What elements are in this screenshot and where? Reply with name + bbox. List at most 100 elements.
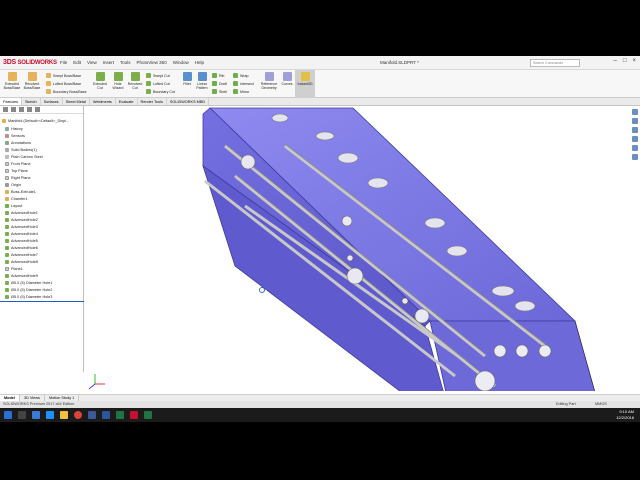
task-view-icon[interactable]: [32, 411, 40, 419]
graphics-area[interactable]: [85, 106, 630, 422]
search-commands-input[interactable]: Search Commands: [530, 59, 580, 67]
tree-item[interactable]: Origin: [5, 182, 21, 188]
tree-item[interactable]: AdvancedHole5: [5, 238, 38, 244]
appearance-icon[interactable]: [632, 136, 638, 142]
tree-item[interactable]: AdvancedHole3: [5, 224, 38, 230]
heads-up-toolbar: [630, 106, 640, 206]
display-manager-icon[interactable]: [35, 107, 40, 112]
lofted-cut-button[interactable]: Lofted Cut: [146, 81, 170, 86]
display-style-icon[interactable]: [632, 118, 638, 124]
app-logo[interactable]: 3DS SOLIDWORKS: [3, 59, 57, 66]
curves-button[interactable]: Curves: [281, 72, 293, 86]
tree-item[interactable]: AdvancedHole7: [5, 252, 38, 258]
solidworks-taskbar-icon[interactable]: [130, 411, 138, 419]
manifold-model[interactable]: [85, 106, 630, 422]
tree-item[interactable]: Annotations: [5, 140, 31, 146]
feature-manager-icon[interactable]: [3, 107, 8, 112]
word-icon[interactable]: [102, 411, 110, 419]
tree-item[interactable]: Top Plane: [5, 168, 28, 174]
extruded-cut-button[interactable]: Extruded Cut: [91, 72, 109, 90]
swept-cut-button[interactable]: Swept Cut: [146, 73, 170, 78]
tree-item[interactable]: Ø5.0 (5) Diameter Hole3: [5, 294, 52, 300]
tree-item[interactable]: Sensors: [5, 133, 25, 139]
tree-item[interactable]: AdvancedHole8: [5, 259, 38, 265]
wrap-button[interactable]: Wrap: [233, 73, 249, 78]
windows-start-icon[interactable]: [4, 411, 12, 419]
tree-item[interactable]: Solid Bodies(1): [5, 147, 37, 153]
view-settings-icon[interactable]: [632, 154, 638, 160]
rib-button[interactable]: Rib: [212, 73, 224, 78]
menu-view[interactable]: View: [87, 60, 97, 65]
tab-sketch[interactable]: Sketch: [22, 98, 41, 105]
camtasia-icon[interactable]: [144, 411, 152, 419]
draft-button[interactable]: Draft: [212, 81, 227, 86]
search-icon[interactable]: [18, 411, 26, 419]
tree-item[interactable]: AdvancedHole2: [5, 217, 38, 223]
boundary-boss-button[interactable]: Boundary Boss/Base: [46, 89, 87, 94]
taskbar-clock[interactable]: 9:10 AM 12/2/2016: [616, 409, 634, 420]
tab-surfaces[interactable]: Surfaces: [41, 98, 63, 105]
linear-pattern-button[interactable]: Linear Pattern: [195, 72, 209, 90]
tree-item[interactable]: Chamfer1: [5, 196, 28, 202]
tab-mbd[interactable]: SOLIDWORKS MBD: [167, 98, 210, 105]
property-manager-icon[interactable]: [11, 107, 16, 112]
configuration-manager-icon[interactable]: [19, 107, 24, 112]
app-icon[interactable]: [88, 411, 96, 419]
menu-edit[interactable]: Edit: [73, 60, 81, 65]
tab-evaluate[interactable]: Evaluate: [116, 98, 138, 105]
fillet-button[interactable]: Fillet: [180, 72, 194, 86]
rollback-bar[interactable]: [0, 301, 84, 302]
hide-show-icon[interactable]: [632, 127, 638, 133]
reference-geometry-button[interactable]: Reference Geometry: [258, 72, 280, 90]
status-units[interactable]: MMGS: [595, 401, 607, 408]
chrome-icon[interactable]: [74, 411, 82, 419]
mirror-button[interactable]: Mirror: [233, 89, 249, 94]
boundary-cut-button[interactable]: Boundary Cut: [146, 89, 175, 94]
swept-boss-button[interactable]: Swept Boss/Base: [46, 73, 81, 78]
tree-item[interactable]: AdvancedHole9: [5, 273, 38, 279]
lofted-boss-button[interactable]: Lofted Boss/Base: [46, 81, 81, 86]
menu-window[interactable]: Window: [173, 60, 189, 65]
menu-file[interactable]: File: [60, 60, 67, 65]
menu-photoview[interactable]: PhotoView 360: [137, 60, 167, 65]
tree-item[interactable]: AdvancedHole1: [5, 210, 38, 216]
edge-icon[interactable]: [46, 411, 54, 419]
tree-item[interactable]: Plain Carbon Steel: [5, 154, 43, 160]
tree-item[interactable]: Boss-Extrude1: [5, 189, 36, 195]
tree-item[interactable]: History: [5, 126, 23, 132]
tree-item[interactable]: AdvancedHole6: [5, 245, 38, 251]
menu-insert[interactable]: Insert: [103, 60, 114, 65]
draft-icon: [212, 81, 217, 86]
tree-item[interactable]: Ø5.0 (5) Diameter Hole1: [5, 280, 52, 286]
excel-icon[interactable]: [116, 411, 124, 419]
dimxpert-icon[interactable]: [27, 107, 32, 112]
tree-item[interactable]: AdvancedHole4: [5, 231, 38, 237]
tree-item[interactable]: Right Plane: [5, 175, 31, 181]
menu-tools[interactable]: Tools: [120, 60, 131, 65]
tab-sheet-metal[interactable]: Sheet Metal: [63, 98, 90, 105]
revolved-cut-button[interactable]: Revolved Cut: [127, 72, 143, 90]
tree-root[interactable]: Manifold (Default<<Default>_Displ...: [2, 118, 69, 124]
tree-item[interactable]: Ø5.0 (5) Diameter Hole2: [5, 287, 52, 293]
tab-features[interactable]: Features: [0, 98, 22, 105]
tree-item[interactable]: Front Plane: [5, 161, 31, 167]
maximize-icon[interactable]: □: [623, 58, 627, 64]
shell-button[interactable]: Shell: [212, 89, 227, 94]
tree-item[interactable]: Plane1: [5, 266, 23, 272]
hole-wizard-button[interactable]: Hole Wizard: [110, 72, 126, 90]
boundary-cut-icon: [146, 89, 151, 94]
instant3d-button[interactable]: Instant3D: [295, 70, 315, 98]
intersect-button[interactable]: Intersect: [233, 81, 254, 86]
tab-render-tools[interactable]: Render Tools: [138, 98, 167, 105]
minimize-icon[interactable]: –: [614, 58, 617, 64]
menu-help[interactable]: Help: [195, 60, 204, 65]
tree-item[interactable]: Layout: [5, 203, 22, 209]
view-orientation-icon[interactable]: [632, 109, 638, 115]
tab-weldments[interactable]: Weldments: [90, 98, 116, 105]
scene-icon[interactable]: [632, 145, 638, 151]
close-icon[interactable]: ×: [632, 58, 636, 64]
document-title: Manifold.SLDPRT *: [380, 60, 419, 65]
extruded-boss-button[interactable]: Extruded Boss/Base: [3, 72, 21, 90]
file-explorer-icon[interactable]: [60, 411, 68, 419]
revolved-boss-button[interactable]: Revolved Boss/Base: [23, 72, 41, 90]
